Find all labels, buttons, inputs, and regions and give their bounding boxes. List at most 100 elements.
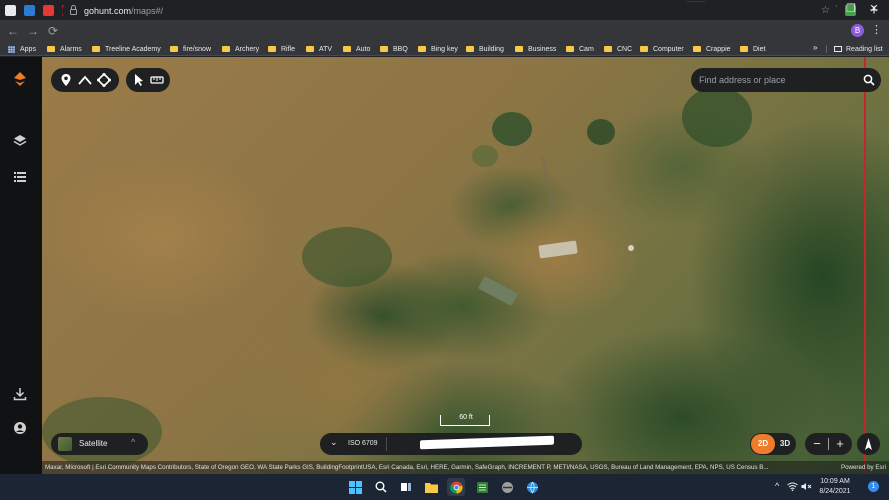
bookmark-label: ATV: [319, 45, 333, 53]
boundary-line: [864, 57, 866, 474]
bookmark-label: Alarms: [60, 45, 82, 53]
start-button[interactable]: [346, 478, 364, 496]
windows-icon: [348, 480, 362, 494]
system-clock[interactable]: 10:09 AM 8/24/2021: [813, 477, 857, 497]
bookmark-star-icon[interactable]: ☆: [821, 5, 830, 16]
bookmark-diet[interactable]: Diet: [740, 42, 765, 56]
map-pin-icon[interactable]: [58, 72, 74, 88]
folder-icon: [47, 46, 55, 52]
profile-avatar[interactable]: B: [851, 24, 864, 37]
window-maximize-button[interactable]: ❐: [841, 2, 861, 15]
app-taskbar-button[interactable]: [473, 478, 491, 496]
folder-icon: [222, 46, 230, 52]
bookmark-building[interactable]: Building: [466, 42, 504, 56]
bookmark-label: Rifle: [281, 45, 296, 53]
url-path: /maps#/: [131, 6, 164, 16]
bookmark-atv[interactable]: ATV: [306, 42, 332, 56]
folder-icon: [693, 46, 701, 52]
bookmarks-overflow-button[interactable]: »: [813, 43, 817, 52]
volume-muted-icon[interactable]: [801, 482, 812, 491]
lock-icon: [70, 5, 77, 15]
place-search-input[interactable]: [699, 72, 859, 88]
browser-tab[interactable]: [1, 1, 19, 19]
basemap-selector[interactable]: Satellite ^: [51, 433, 148, 455]
bookmark-cam[interactable]: Cam: [566, 42, 594, 56]
wifi-icon[interactable]: [787, 482, 798, 491]
zoom-out-button[interactable]: −: [807, 434, 827, 454]
chrome-taskbar-button[interactable]: [447, 478, 465, 496]
coordinate-bar[interactable]: ⌄ ISO 6709: [320, 433, 582, 455]
browser-tab[interactable]: [20, 1, 38, 19]
bookmark-bing-key[interactable]: Bing key: [418, 42, 458, 56]
back-button[interactable]: ←: [3, 24, 23, 38]
address-bar[interactable]: gohunt.com/maps#/ ☆: [62, 2, 838, 20]
browser-menu-button[interactable]: ⋮: [871, 23, 882, 36]
notification-badge[interactable]: 1: [868, 481, 879, 492]
attribution-text: Maxar, Microsoft | Esri Community Maps C…: [45, 464, 769, 471]
view-3d-button[interactable]: 3D: [776, 434, 794, 454]
coordinate-format-label[interactable]: ISO 6709: [348, 440, 378, 447]
taskbar-search-button[interactable]: [372, 478, 390, 496]
powered-by-label[interactable]: Powered by Esri: [841, 461, 886, 474]
taskbar: ^ 10:09 AM 8/24/2021 1: [0, 474, 889, 500]
forward-button[interactable]: →: [23, 24, 43, 38]
bookmark-apps[interactable]: Apps: [8, 42, 36, 56]
draw-shape-icon[interactable]: [96, 72, 112, 88]
browser-tab[interactable]: [39, 1, 57, 19]
task-view-button[interactable]: [397, 478, 415, 496]
bookmark-business[interactable]: Business: [515, 42, 556, 56]
app-taskbar-button[interactable]: [523, 478, 541, 496]
bookmark-rifle[interactable]: Rifle: [268, 42, 295, 56]
apps-grid-icon: [8, 45, 15, 53]
folder-icon: [380, 46, 388, 52]
gohunt-logo-icon[interactable]: [12, 71, 28, 87]
bookmarks-bar: » Reading list Apps Alarms Treeline Academ…: [0, 42, 889, 56]
spreadsheet-icon: [476, 481, 488, 493]
chevron-up-icon: ^: [131, 437, 136, 447]
folder-icon: [740, 46, 748, 52]
zoom-in-button[interactable]: +: [830, 434, 850, 454]
window-close-button[interactable]: ✕: [864, 2, 884, 15]
bookmark-treeline-academy[interactable]: Treeline Academy: [92, 42, 161, 56]
ruler-icon[interactable]: [149, 72, 165, 88]
scale-label: 60 ft: [459, 414, 473, 421]
search-icon[interactable]: [863, 74, 875, 86]
bookmark-cnc[interactable]: CNC: [604, 42, 632, 56]
tray-overflow-button[interactable]: ^: [775, 481, 779, 491]
bookmark-label: Auto: [356, 45, 371, 53]
cursor-icon[interactable]: [131, 72, 147, 88]
view-2d-button[interactable]: 2D: [751, 434, 775, 454]
bookmark-computer[interactable]: Computer: [640, 42, 684, 56]
reading-list-button[interactable]: Reading list: [834, 42, 883, 56]
bookmark-fire-snow[interactable]: fire/snow: [170, 42, 211, 56]
file-explorer-button[interactable]: [422, 478, 440, 496]
clock-time: 10:09 AM: [820, 478, 850, 485]
bookmark-label: fire/snow: [183, 45, 212, 53]
folder-icon: [640, 46, 648, 52]
draw-line-icon[interactable]: [77, 72, 93, 88]
tab-favicon-icon: [42, 4, 54, 16]
compass-button[interactable]: [857, 433, 880, 455]
satellite-map[interactable]: [42, 57, 889, 474]
chevron-down-icon[interactable]: ⌄: [330, 437, 338, 448]
bookmark-crappie[interactable]: Crappie: [693, 42, 731, 56]
app-taskbar-button[interactable]: [498, 478, 516, 496]
bookmark-auto[interactable]: Auto: [343, 42, 370, 56]
bookmarks-separator: [826, 45, 827, 53]
tab-favicon-icon: [23, 4, 35, 16]
reading-list-icon: [834, 46, 842, 52]
coordinate-separator: [386, 437, 387, 451]
bookmark-bbq[interactable]: BBQ: [380, 42, 408, 56]
layers-icon[interactable]: [13, 134, 27, 148]
url-host: gohunt.com: [84, 6, 132, 16]
screen: ×+ ⌄ — ❐ ✕ ← → ⟳ gohunt.com/maps#/ ☆ B ⋮…: [0, 0, 889, 500]
bookmark-archery[interactable]: Archery: [222, 42, 259, 56]
list-icon[interactable]: [13, 170, 27, 184]
map-attribution: Maxar, Microsoft | Esri Community Maps C…: [42, 461, 889, 474]
bookmark-alarms[interactable]: Alarms: [47, 42, 82, 56]
account-icon[interactable]: [13, 421, 27, 435]
download-icon[interactable]: [13, 387, 27, 401]
reload-button[interactable]: ⟳: [43, 24, 63, 38]
folder-icon: [268, 46, 276, 52]
globe-icon: [526, 481, 538, 494]
